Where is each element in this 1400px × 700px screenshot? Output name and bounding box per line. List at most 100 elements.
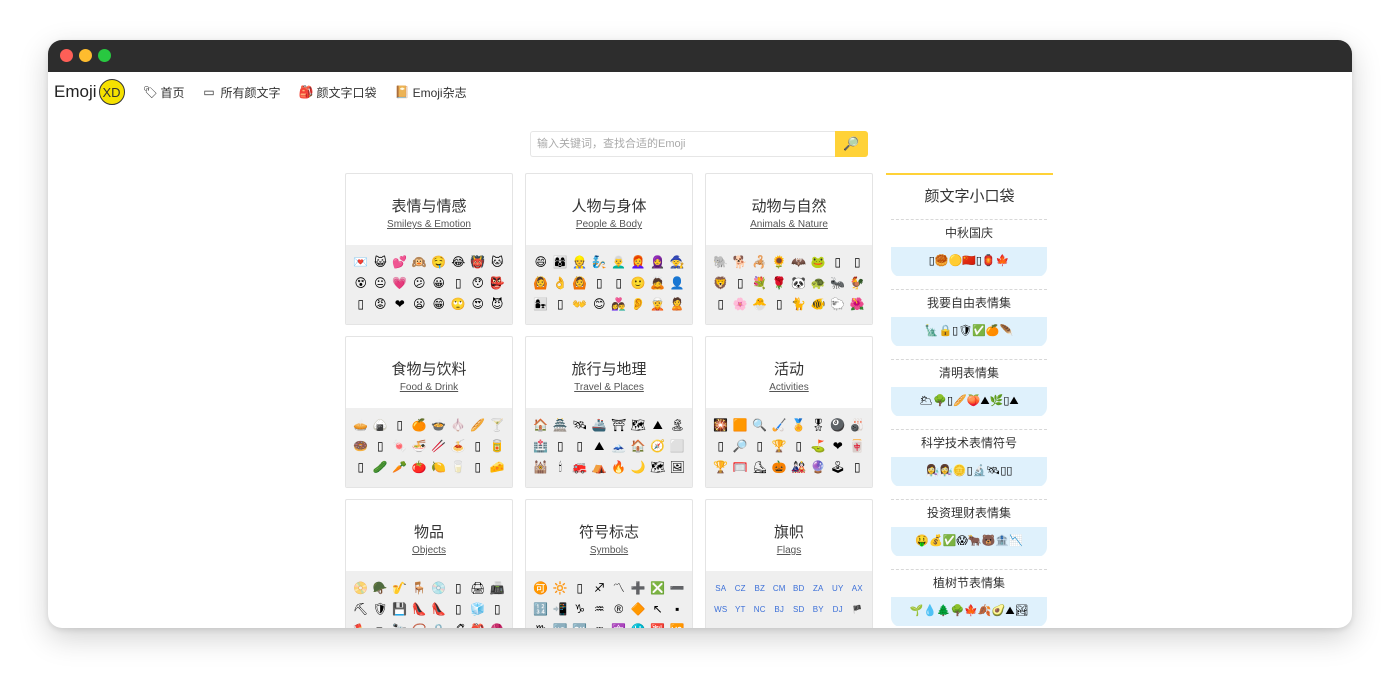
category-subtitle-link[interactable]: Food & Drink bbox=[346, 382, 512, 393]
emoji-cell[interactable]: 🙎 bbox=[668, 294, 688, 315]
emoji-cell[interactable]: ▯ bbox=[449, 578, 469, 599]
category-card[interactable]: 动物与自然 Animals & Nature 🐘 🐕 🦂 🌻 🦇 🐸 ▯ ▯ 🦁 ▯ 💐 🌹 🐼 🐢 🐜 🐓 ▯… bbox=[705, 173, 873, 325]
emoji-cell[interactable]: 👩‍🦰 bbox=[629, 252, 649, 273]
emoji-cell[interactable]: 🌸 bbox=[731, 294, 751, 315]
emoji-cell[interactable]: ▯ bbox=[848, 457, 868, 478]
emoji-cell[interactable]: 🌻 bbox=[770, 252, 790, 273]
emoji-cell[interactable]: 😄 bbox=[531, 252, 551, 273]
emoji-cell[interactable]: 🐸 bbox=[809, 252, 829, 273]
emoji-cell[interactable]: ▯ bbox=[590, 273, 610, 294]
emoji-cell[interactable]: ↖ bbox=[648, 599, 668, 620]
emoji-cell[interactable]: ▯ bbox=[449, 273, 469, 294]
emoji-cell[interactable]: 🥒 bbox=[371, 457, 391, 478]
emoji-cell[interactable]: DJ bbox=[828, 599, 848, 620]
emoji-cell[interactable]: ▯ bbox=[468, 457, 488, 478]
pocket-title[interactable]: 我要自由表情集 bbox=[891, 290, 1047, 317]
emoji-cell[interactable]: 🏠 bbox=[531, 415, 551, 436]
emoji-cell[interactable]: 🀄 bbox=[848, 436, 868, 457]
emoji-cell[interactable]: 😵 bbox=[351, 273, 371, 294]
emoji-cell[interactable]: 🐠 bbox=[809, 294, 829, 315]
pocket-title[interactable]: 植树节表情集 bbox=[891, 570, 1047, 597]
emoji-cell[interactable]: 🥢 bbox=[429, 436, 449, 457]
emoji-cell[interactable]: 😊 bbox=[590, 294, 610, 315]
emoji-cell[interactable]: 🧞 bbox=[590, 252, 610, 273]
emoji-cell[interactable]: 🍜 bbox=[410, 436, 430, 457]
emoji-cell[interactable]: ▯ bbox=[789, 436, 809, 457]
category-subtitle-link[interactable]: Symbols bbox=[526, 545, 692, 556]
emoji-cell[interactable]: ▯ bbox=[570, 436, 590, 457]
emoji-cell[interactable]: UY bbox=[828, 578, 848, 599]
emoji-cell[interactable]: ➖ bbox=[668, 578, 688, 599]
category-subtitle-link[interactable]: Smileys & Emotion bbox=[346, 219, 512, 230]
emoji-cell[interactable]: 🚒 bbox=[570, 457, 590, 478]
emoji-cell[interactable]: 🖨 bbox=[468, 578, 488, 599]
emoji-cell[interactable]: 🌹 bbox=[770, 273, 790, 294]
category-subtitle-link[interactable]: Objects bbox=[346, 545, 512, 556]
emoji-cell[interactable]: 👐 bbox=[570, 294, 590, 315]
emoji-cell[interactable]: AX bbox=[848, 578, 868, 599]
emoji-cell[interactable]: 〽 bbox=[609, 578, 629, 599]
emoji-cell[interactable]: 🧶 bbox=[488, 620, 508, 628]
emoji-cell[interactable]: ▯ bbox=[609, 273, 629, 294]
pocket-card[interactable]: 植树节表情集 🌱💧🌲🌳🍁🍂🥑⛰🏞 bbox=[891, 569, 1047, 627]
emoji-cell[interactable]: ▯ bbox=[551, 294, 571, 315]
emoji-cell[interactable]: 🐱 bbox=[488, 252, 508, 273]
emoji-cell[interactable]: 🖼 bbox=[668, 457, 688, 478]
emoji-cell[interactable]: 🖋 bbox=[449, 620, 469, 628]
category-subtitle-link[interactable]: Animals & Nature bbox=[706, 219, 872, 230]
emoji-cell[interactable]: 👩‍👩‍👦 bbox=[551, 252, 571, 273]
emoji-cell[interactable]: 🔎 bbox=[731, 436, 751, 457]
emoji-cell[interactable]: 🗺 bbox=[629, 415, 649, 436]
emoji-cell[interactable]: SA bbox=[711, 578, 731, 599]
emoji-cell[interactable]: 🙆 bbox=[570, 273, 590, 294]
emoji-cell[interactable]: 🙂 bbox=[629, 273, 649, 294]
emoji-cell[interactable]: 🏥 bbox=[531, 436, 551, 457]
emoji-cell[interactable]: 🎎 bbox=[789, 457, 809, 478]
emoji-cell[interactable]: ▯ bbox=[711, 436, 731, 457]
emoji-cell[interactable]: ⛩ bbox=[609, 415, 629, 436]
emoji-cell[interactable]: 👠 bbox=[429, 599, 449, 620]
emoji-cell[interactable]: ▪ bbox=[668, 599, 688, 620]
pocket-card[interactable]: 清明表情集 🌥🌳▯🥖🍑⛰🌿▯⛰ bbox=[891, 359, 1047, 417]
category-subtitle-link[interactable]: Activities bbox=[706, 382, 872, 393]
emoji-cell[interactable]: 🚢 bbox=[590, 415, 610, 436]
emoji-cell[interactable]: 🍊 bbox=[410, 415, 430, 436]
emoji-cell[interactable]: 🥧 bbox=[351, 415, 371, 436]
category-card[interactable]: 人物与身体 People & Body 😄 👩‍👩‍👦 👷 🧞 👨‍🦳 👩‍🦰 🧕 🧙 🙆 👌 🙆 ▯… bbox=[525, 173, 693, 325]
emoji-cell[interactable]: ▯ bbox=[449, 599, 469, 620]
search-input[interactable] bbox=[530, 131, 835, 157]
emoji-cell[interactable]: ❤ bbox=[828, 436, 848, 457]
emoji-cell[interactable]: 🏝 bbox=[668, 415, 688, 436]
emoji-cell[interactable]: 🪑 bbox=[410, 578, 430, 599]
emoji-cell[interactable]: 🐼 bbox=[789, 273, 809, 294]
emoji-cell[interactable]: ⛸ bbox=[750, 457, 770, 478]
emoji-cell[interactable]: SD bbox=[789, 599, 809, 620]
emoji-cell[interactable]: 🤤 bbox=[429, 252, 449, 273]
emoji-cell[interactable]: 🦇 bbox=[789, 252, 809, 273]
emoji-cell[interactable]: 🪓 bbox=[351, 620, 371, 628]
emoji-cell[interactable]: ▯ bbox=[750, 436, 770, 457]
emoji-cell[interactable]: 🐕 bbox=[731, 252, 751, 273]
emoji-cell[interactable]: ▯ bbox=[731, 273, 751, 294]
emoji-cell[interactable]: 🔒 bbox=[429, 620, 449, 628]
category-subtitle-link[interactable]: People & Body bbox=[526, 219, 692, 230]
emoji-cell[interactable]: 🛡 bbox=[371, 599, 391, 620]
emoji-cell[interactable]: 👺 bbox=[488, 273, 508, 294]
emoji-cell[interactable]: 🉑 bbox=[531, 578, 551, 599]
emoji-cell[interactable]: 🎳 bbox=[848, 415, 868, 436]
emoji-cell[interactable]: 🐑 bbox=[828, 294, 848, 315]
pocket-title[interactable]: 中秋国庆 bbox=[891, 220, 1047, 247]
emoji-cell[interactable]: 🥖 bbox=[468, 415, 488, 436]
emoji-cell[interactable]: 🔮 bbox=[809, 457, 829, 478]
emoji-cell[interactable]: 👹 bbox=[468, 252, 488, 273]
emoji-cell[interactable]: ▯ bbox=[711, 294, 731, 315]
emoji-cell[interactable]: 🍩 bbox=[351, 436, 371, 457]
emoji-cell[interactable]: 😀 bbox=[429, 273, 449, 294]
emoji-cell[interactable]: 🏆 bbox=[711, 457, 731, 478]
emoji-cell[interactable]: 👠 bbox=[410, 599, 430, 620]
emoji-cell[interactable]: 🙆 bbox=[531, 273, 551, 294]
emoji-cell[interactable]: 🆚 bbox=[668, 620, 688, 628]
emoji-cell[interactable]: 📲 bbox=[551, 599, 571, 620]
emoji-cell[interactable]: 🧀 bbox=[488, 457, 508, 478]
emoji-cell[interactable]: 👩‍👧 bbox=[531, 294, 551, 315]
